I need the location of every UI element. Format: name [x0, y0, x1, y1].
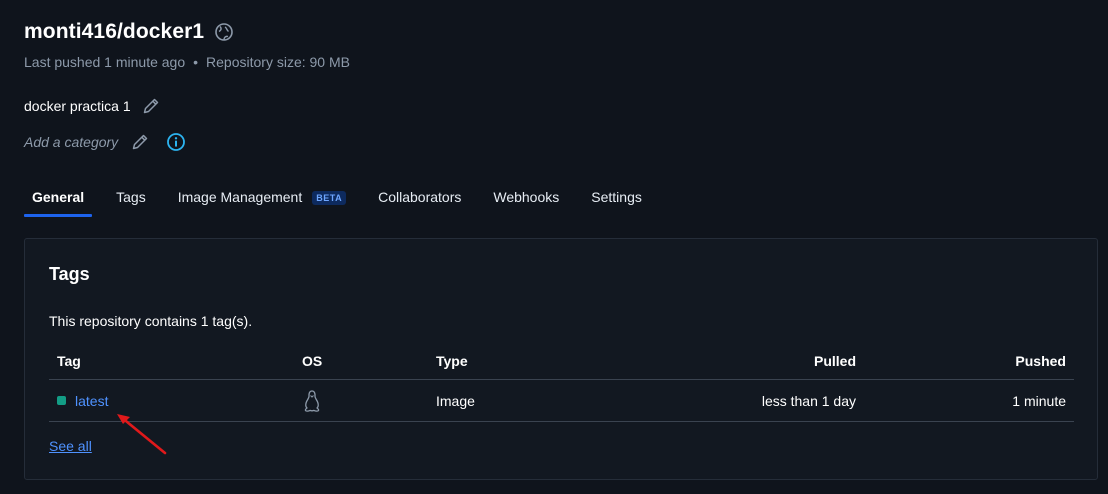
edit-category-pencil-icon[interactable] [130, 132, 150, 152]
pulled-cell: less than 1 day [761, 392, 856, 409]
tab-image-management[interactable]: Image Management BETA [170, 185, 354, 215]
column-header-pushed: Pushed [1015, 352, 1066, 369]
tab-collaborators[interactable]: Collaborators [370, 185, 469, 215]
see-all-link[interactable]: See all [49, 438, 92, 454]
tag-cell: latest [57, 380, 108, 421]
repo-size-text: Repository size: 90 MB [206, 54, 350, 70]
tags-summary: This repository contains 1 tag(s). [49, 313, 253, 329]
os-cell [302, 380, 322, 421]
tab-settings[interactable]: Settings [583, 185, 650, 215]
tags-table: Tag OS Type Pulled Pushed latest Image l… [49, 342, 1074, 422]
meta-separator: • [193, 54, 199, 70]
last-pushed-text: Last pushed 1 minute ago [24, 54, 186, 70]
red-arrow-annotation [117, 414, 167, 455]
tab-webhooks-label: Webhooks [493, 189, 560, 205]
repo-description: docker practica 1 [24, 98, 131, 114]
tab-image-management-label: Image Management [177, 189, 303, 205]
category-row: Add a category [24, 132, 186, 152]
column-header-type: Type [436, 352, 468, 369]
type-cell: Image [436, 392, 475, 409]
tags-card-title: Tags [49, 264, 90, 284]
column-header-tag: Tag [57, 352, 81, 369]
repo-title: monti416/docker1 [24, 20, 205, 43]
tab-general[interactable]: General [24, 185, 93, 217]
pushed-cell: 1 minute [1012, 392, 1066, 409]
tag-status-indicator [57, 396, 66, 405]
tab-settings-label: Settings [591, 189, 642, 205]
table-row: latest Image less than 1 day 1 minute [49, 380, 1074, 422]
edit-description-pencil-icon[interactable] [141, 96, 161, 116]
globe-icon [214, 22, 234, 42]
add-category-placeholder[interactable]: Add a category [24, 134, 118, 150]
column-header-pulled: Pulled [813, 352, 856, 369]
tags-table-header: Tag OS Type Pulled Pushed [49, 342, 1074, 380]
repo-tabs: General Tags Image Management BETA Colla… [24, 185, 666, 217]
info-icon[interactable] [166, 132, 186, 152]
repository-page: monti416/docker1 Last pushed 1 minute ag… [0, 0, 1108, 494]
column-header-os: OS [302, 352, 323, 369]
tag-link-latest[interactable]: latest [75, 393, 108, 409]
repo-header: monti416/docker1 [24, 20, 234, 44]
tab-tags-label: Tags [116, 189, 146, 205]
description-row: docker practica 1 [24, 96, 161, 116]
tab-collaborators-label: Collaborators [378, 189, 462, 205]
tags-card: Tags This repository contains 1 tag(s). … [24, 238, 1098, 480]
tab-webhooks[interactable]: Webhooks [485, 185, 567, 215]
tab-tags[interactable]: Tags [108, 185, 154, 215]
repo-meta: Last pushed 1 minute ago • Repository si… [24, 54, 350, 70]
beta-badge: BETA [312, 191, 347, 205]
linux-icon [302, 389, 322, 413]
tab-general-label: General [32, 189, 85, 205]
